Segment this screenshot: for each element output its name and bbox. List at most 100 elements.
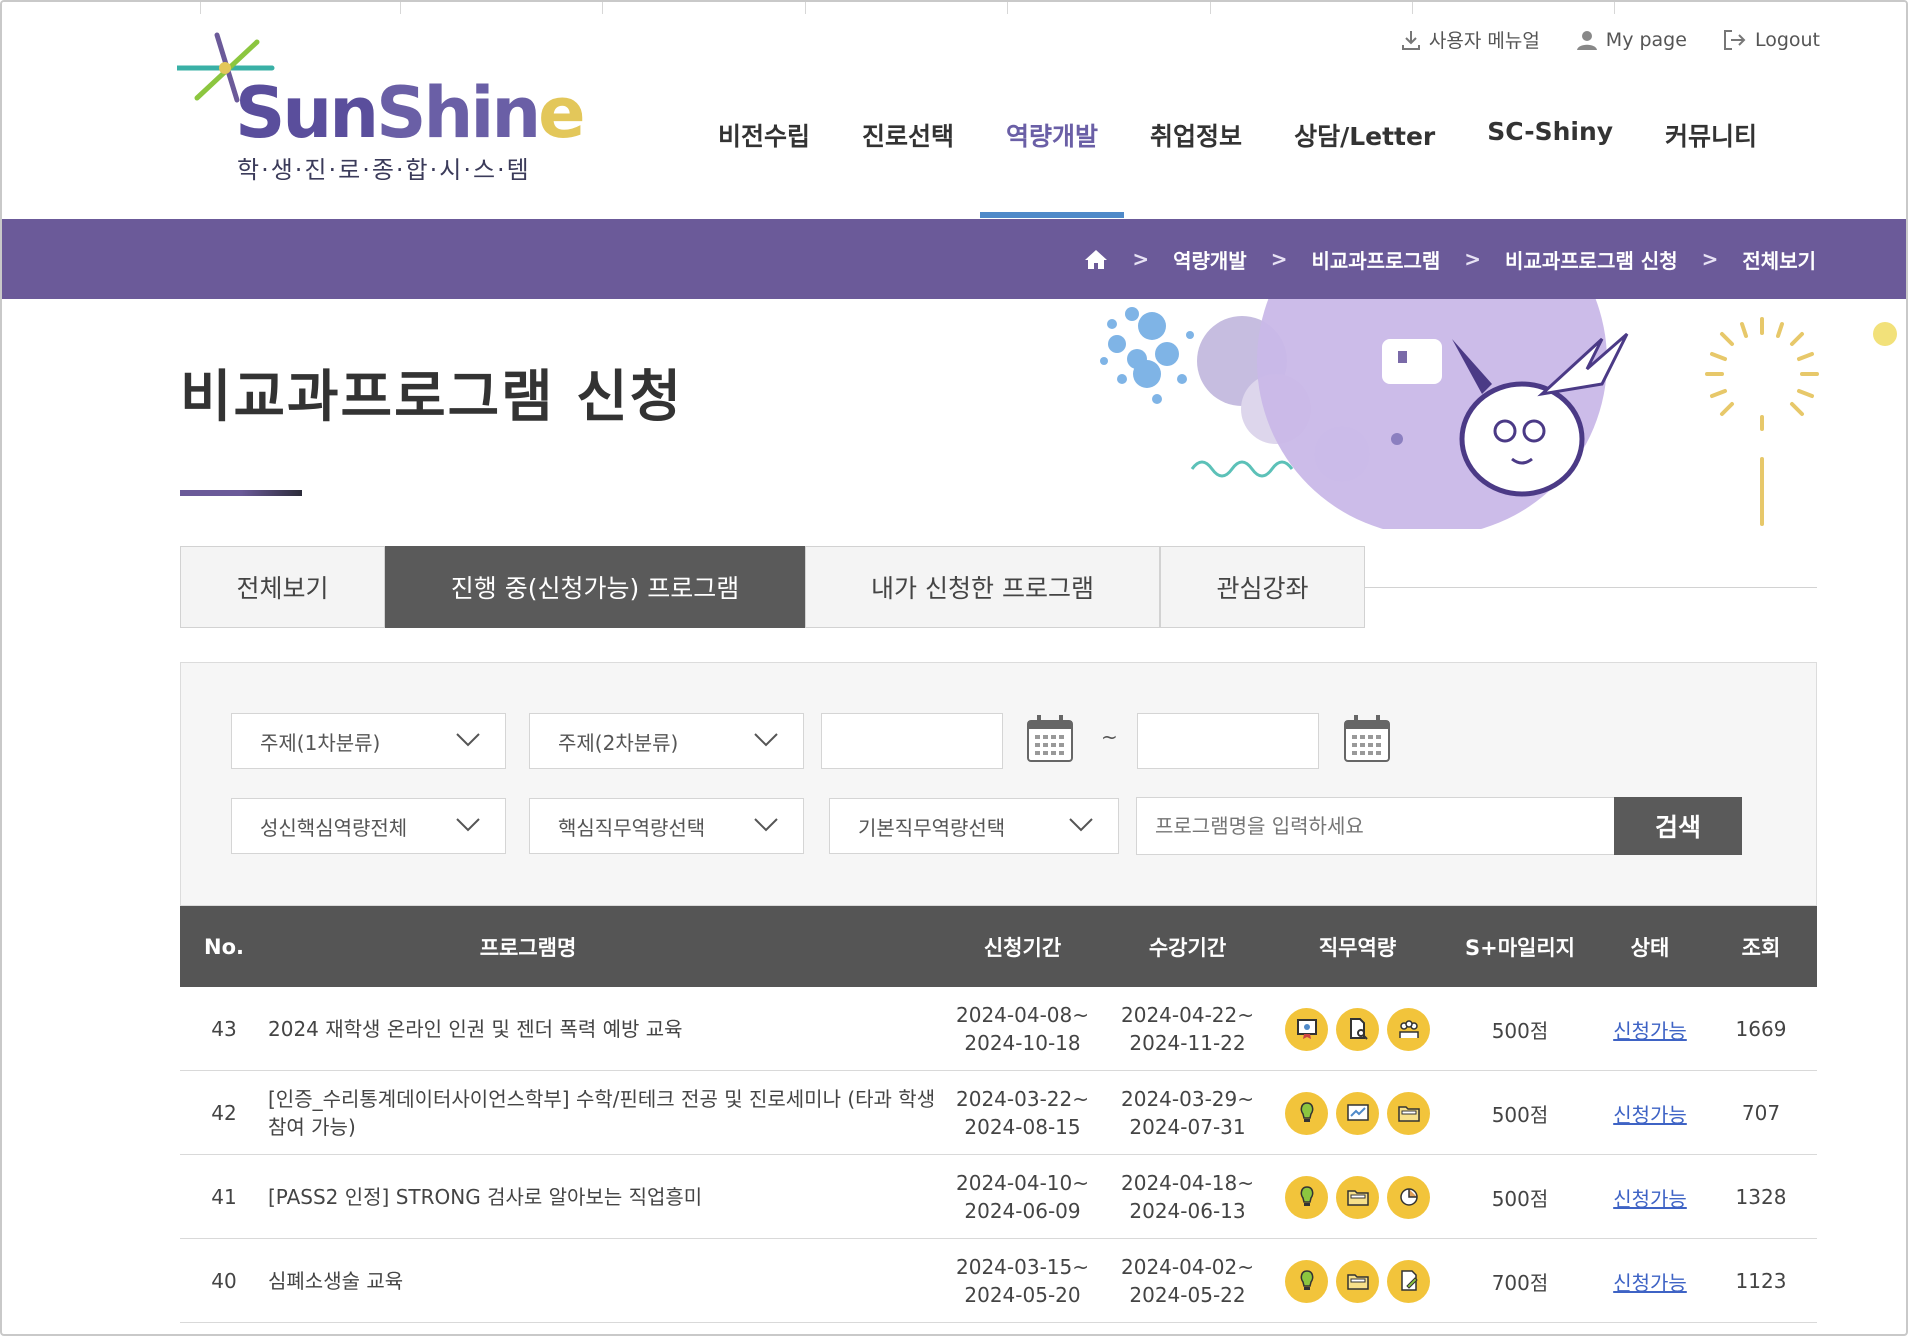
puzzle-icon	[1387, 1175, 1430, 1219]
apply-start: 2024-04-10~	[956, 1171, 1089, 1195]
breadcrumb-separator: >	[1132, 247, 1150, 271]
topic2-select[interactable]: 주제(2차분류)	[529, 713, 804, 769]
row-number: 43	[211, 1017, 237, 1041]
folder-icon	[1336, 1175, 1379, 1219]
nav-vision[interactable]: 비전수립	[692, 117, 836, 217]
table-row[interactable]: 40 심폐소생술 교육 2024-03-15~ 2024-05-20 2024-…	[180, 1239, 1817, 1323]
title-underline	[180, 490, 302, 496]
core-job-competency-value: 핵심직무역량선택	[558, 815, 706, 840]
breadcrumb-item[interactable]: 비교과프로그램	[1311, 245, 1440, 274]
tab-in-progress[interactable]: 진행 중(신청가능) 프로그램	[385, 546, 805, 628]
utility-menu: 사용자 메뉴얼 My page Logout	[1401, 26, 1820, 53]
apply-available-link[interactable]: 신청가능	[1613, 1099, 1687, 1128]
site-header: SunShine 학·생·진·로·종·합·시·스·템 사용자 메뉴얼 My pa…	[2, 2, 1906, 219]
logout-icon	[1723, 29, 1746, 50]
page-title: 비교과프로그램 신청	[180, 365, 684, 430]
table-row[interactable]: 43 2024 재학생 온라인 인권 및 젠더 폭력 예방 교육 2024-04…	[180, 987, 1817, 1071]
core-competency-select[interactable]: 성신핵심역량전체	[231, 798, 506, 854]
home-icon[interactable]	[1084, 248, 1108, 270]
topic1-select[interactable]: 주제(1차분류)	[231, 713, 506, 769]
col-program-name: 프로그램명	[479, 935, 577, 960]
apply-period: 2024-03-22~ 2024-08-15	[940, 1071, 1105, 1155]
apply-start: 2024-03-22~	[956, 1087, 1089, 1111]
tab-all[interactable]: 전체보기	[180, 546, 385, 628]
table-row[interactable]: 42 [인증_수리통계데이터사이언스학부] 수학/핀테크 전공 및 진로세미나 …	[180, 1071, 1817, 1155]
course-end: 2024-11-22	[1129, 1031, 1246, 1055]
breadcrumb-item[interactable]: 전체보기	[1742, 245, 1816, 274]
start-calendar-icon[interactable]	[1026, 713, 1074, 763]
program-name-link[interactable]: [인증_수리통계데이터사이언스학부] 수학/핀테크 전공 및 진로세미나 (타과…	[268, 1071, 940, 1155]
mascot-illustration	[1100, 299, 1897, 529]
apply-end: 2024-05-20	[964, 1283, 1081, 1307]
nav-counseling[interactable]: 상담/Letter	[1268, 117, 1461, 217]
my-page-link[interactable]: My page	[1576, 26, 1687, 53]
tabs-divider	[1365, 587, 1817, 588]
col-status: 상태	[1630, 935, 1670, 960]
view-count: 707	[1741, 1101, 1781, 1125]
apply-period: 2024-04-10~ 2024-06-09	[940, 1155, 1105, 1239]
program-table: No. 프로그램명 신청기간 수강기간 직무역량 S+마일리지 상태 조회 43…	[180, 906, 1817, 1323]
col-course-period: 수강기간	[1148, 935, 1227, 960]
basic-job-competency-select[interactable]: 기본직무역량선택	[829, 798, 1119, 854]
core-competency-value: 성신핵심역량전체	[260, 815, 408, 840]
logo-subtitle: 학·생·진·로·종·합·시·스·템	[237, 156, 531, 184]
tab-my-applications[interactable]: 내가 신청한 프로그램	[805, 546, 1160, 628]
mileage-value: 500점	[1491, 1018, 1549, 1043]
program-name-link[interactable]: [PASS2 인정] STRONG 검사로 알아보는 직업흥미	[268, 1155, 940, 1239]
end-calendar-icon[interactable]	[1343, 713, 1391, 763]
apply-end: 2024-10-18	[964, 1031, 1081, 1055]
team-icon	[1387, 1007, 1430, 1051]
col-apply-period: 신청기간	[983, 935, 1062, 960]
nav-career-choice[interactable]: 진로선택	[836, 117, 980, 217]
course-start: 2024-04-22~	[1121, 1003, 1254, 1027]
nav-community[interactable]: 커뮤니티	[1639, 117, 1783, 217]
nav-sc-shiny[interactable]: SC-Shiny	[1461, 117, 1639, 217]
core-job-competency-select[interactable]: 핵심직무역량선택	[529, 798, 804, 854]
job-competency-icons	[1270, 1239, 1445, 1323]
table-row[interactable]: 41 [PASS2 인정] STRONG 검사로 알아보는 직업흥미 2024-…	[180, 1155, 1817, 1239]
document-search-icon	[1336, 1007, 1379, 1051]
program-name-link[interactable]: 2024 재학생 온라인 인권 및 젠더 폭력 예방 교육	[268, 987, 948, 1071]
apply-available-link[interactable]: 신청가능	[1613, 1183, 1687, 1212]
search-button[interactable]: 검색	[1614, 797, 1742, 855]
apply-end: 2024-08-15	[964, 1115, 1081, 1139]
apply-available-link[interactable]: 신청가능	[1613, 1267, 1687, 1296]
logo-word-sun: Sun	[235, 72, 379, 154]
course-period: 2024-04-18~ 2024-06-13	[1105, 1155, 1270, 1239]
lightbulb-icon	[1285, 1259, 1328, 1303]
course-start: 2024-04-18~	[1121, 1171, 1254, 1195]
sunshine-logo[interactable]: SunShine 학·생·진·로·종·합·시·스·템	[177, 30, 586, 190]
course-period: 2024-04-02~ 2024-05-22	[1105, 1239, 1270, 1323]
course-end: 2024-07-31	[1129, 1115, 1246, 1139]
apply-start: 2024-03-15~	[956, 1255, 1089, 1279]
folder-icon	[1336, 1259, 1379, 1303]
view-count: 1328	[1735, 1185, 1787, 1209]
logo-word-shin: Shin	[376, 72, 541, 154]
apply-available-link[interactable]: 신청가능	[1613, 1015, 1687, 1044]
start-date-input[interactable]	[821, 713, 1003, 769]
tab-favorites[interactable]: 관심강좌	[1160, 546, 1365, 628]
course-period: 2024-04-22~ 2024-11-22	[1105, 987, 1270, 1071]
nav-job-info[interactable]: 취업정보	[1124, 117, 1268, 217]
col-job-competency: 직무역량	[1318, 935, 1397, 960]
logo-wordmark: SunShine	[235, 72, 586, 154]
lightbulb-icon	[1285, 1091, 1328, 1135]
mileage-value: 700점	[1491, 1270, 1549, 1295]
date-range-separator: ~	[1101, 725, 1118, 749]
breadcrumb: > 역량개발 > 비교과프로그램 > 비교과프로그램 신청 > 전체보기	[1084, 219, 1816, 299]
nav-competency[interactable]: 역량개발	[980, 117, 1125, 218]
edit-document-icon	[1387, 1259, 1430, 1303]
user-manual-link[interactable]: 사용자 메뉴얼	[1401, 26, 1540, 53]
program-name-search-input[interactable]	[1136, 797, 1616, 855]
search-panel: 주제(1차분류) 주제(2차분류) ~ 성신핵심역량전체 핵심직무역량선택 기본…	[180, 662, 1817, 906]
program-tabs: 전체보기 진행 중(신청가능) 프로그램 내가 신청한 프로그램 관심강좌	[180, 546, 1365, 628]
end-date-input[interactable]	[1137, 713, 1319, 769]
program-name-link[interactable]: 심폐소생술 교육	[268, 1239, 940, 1323]
status-cell: 신청가능	[1595, 1155, 1705, 1239]
breadcrumb-item[interactable]: 역량개발	[1173, 245, 1247, 274]
breadcrumb-item[interactable]: 비교과프로그램 신청	[1505, 245, 1678, 274]
main-navigation: 비전수립 진로선택 역량개발 취업정보 상담/Letter SC-Shiny 커…	[692, 117, 1783, 218]
col-mileage: S+마일리지	[1465, 935, 1575, 960]
mileage-value: 500점	[1491, 1102, 1549, 1127]
logout-link[interactable]: Logout	[1723, 26, 1820, 53]
